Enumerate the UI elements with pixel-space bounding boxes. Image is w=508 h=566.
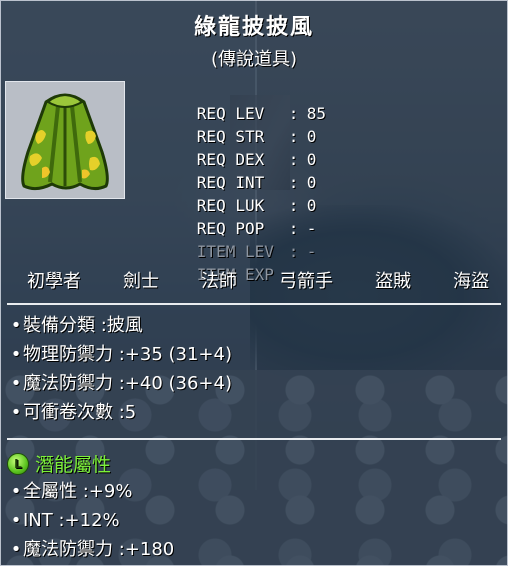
- divider: [7, 438, 501, 440]
- requirements-list: REQ LEV:85 REQ STR:0 REQ DEX:0 REQ INT:0…: [139, 79, 326, 284]
- bullet-icon: •: [10, 373, 22, 394]
- job-thief: 盜賊: [375, 271, 411, 292]
- req-label: REQ DEX: [196, 150, 265, 169]
- stat-row: •可衝卷次數 :5: [9, 398, 232, 427]
- req-separator: :: [288, 242, 299, 261]
- stats-list: •裝備分類 :披風 •物理防禦力 :+35 (31+4) •魔法防禦力 :+40…: [9, 311, 232, 427]
- bullet-icon: •: [10, 481, 22, 502]
- stat-text: 裝備分類 :披風: [23, 315, 143, 336]
- job-beginner: 初學者: [27, 271, 81, 292]
- req-label: ITEM LEV: [196, 242, 274, 261]
- bullet-icon: •: [10, 344, 22, 365]
- potential-text: INT :+12%: [23, 510, 120, 531]
- cape-icon: [21, 93, 109, 191]
- legendary-potential-icon: L: [7, 452, 29, 475]
- req-separator: :: [288, 127, 299, 146]
- bullet-icon: •: [10, 402, 22, 423]
- req-separator: :: [288, 104, 299, 123]
- req-row: REQ LEV:85: [139, 79, 326, 123]
- req-label: REQ LEV: [196, 104, 265, 123]
- req-label: REQ INT: [196, 173, 265, 192]
- req-separator: :: [288, 173, 299, 192]
- stat-row: •物理防禦力 :+35 (31+4): [9, 340, 232, 369]
- job-pirate: 海盜: [453, 271, 489, 292]
- potential-row: •INT :+12%: [9, 506, 174, 535]
- potential-header: L 潛能屬性: [7, 450, 111, 477]
- potential-title: 潛能屬性: [35, 454, 112, 476]
- req-value: 0: [306, 127, 317, 146]
- item-name: 綠龍披披風: [193, 14, 314, 40]
- bullet-icon: •: [10, 315, 22, 336]
- item-tooltip: 綠龍披披風 (傳說道具) REQ LEV:85 REQ STR:0 REQ DE…: [0, 0, 508, 566]
- req-separator: :: [288, 196, 299, 215]
- req-value: 0: [306, 150, 317, 169]
- potential-text: 魔法防禦力 :+180: [23, 539, 175, 560]
- potential-text: 全屬性 :+9%: [23, 481, 133, 502]
- req-value: -: [306, 242, 317, 261]
- stat-row: •魔法防禦力 :+40 (36+4): [9, 369, 232, 398]
- stat-text: 魔法防禦力 :+40 (36+4): [23, 373, 232, 394]
- req-label: REQ LUK: [196, 196, 265, 215]
- req-separator: :: [288, 219, 299, 238]
- job-warrior: 劍士: [123, 271, 159, 292]
- potential-row: •全屬性 :+9%: [9, 477, 174, 506]
- job-magician: 法師: [201, 271, 237, 292]
- req-value: -: [306, 219, 317, 238]
- item-rarity: (傳說道具): [210, 49, 298, 70]
- job-list: 初學者 劍士 法師 弓箭手 盜賊 海盜: [23, 267, 493, 293]
- bullet-icon: •: [10, 510, 22, 531]
- req-value: 85: [306, 104, 327, 123]
- stat-text: 可衝卷次數 :5: [23, 402, 137, 423]
- req-label: REQ POP: [196, 219, 265, 238]
- req-value: 0: [306, 196, 317, 215]
- stat-text: 物理防禦力 :+35 (31+4): [23, 344, 232, 365]
- divider: [7, 303, 501, 305]
- stat-row: •裝備分類 :披風: [9, 311, 232, 340]
- item-icon-frame: [5, 81, 125, 199]
- req-separator: :: [288, 150, 299, 169]
- bullet-icon: •: [10, 539, 22, 560]
- job-bowman: 弓箭手: [279, 271, 333, 292]
- req-label: REQ STR: [196, 127, 265, 146]
- potential-row: •魔法防禦力 :+180: [9, 535, 175, 564]
- req-value: 0: [306, 173, 317, 192]
- potential-list: •全屬性 :+9% •INT :+12% •魔法防禦力 :+180: [9, 477, 175, 564]
